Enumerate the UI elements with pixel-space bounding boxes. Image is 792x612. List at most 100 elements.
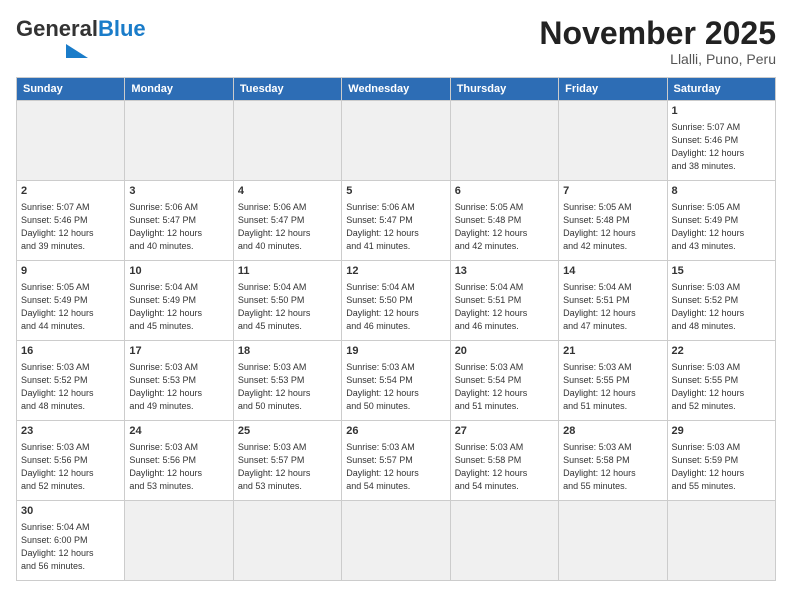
calendar-cell: 17Sunrise: 5:03 AM Sunset: 5:53 PM Dayli…	[125, 341, 233, 421]
calendar-cell: 21 Sunrise: 5:03 AM Sunset: 5:55 PM Dayli…	[559, 341, 667, 421]
calendar-cell: 8Sunrise: 5:05 AM Sunset: 5:49 PM Daylig…	[667, 181, 775, 261]
weekday-header-saturday: Saturday	[667, 78, 775, 101]
day-info: Sunrise: 5:03 AM Sunset: 5:58 PM Dayligh…	[455, 441, 554, 493]
logo: General Blue	[16, 16, 146, 58]
day-info: Sunrise: 5:04 AM Sunset: 6:00 PM Dayligh…	[21, 521, 120, 573]
day-info: Sunrise: 5:03 AM Sunset: 5:56 PM Dayligh…	[21, 441, 120, 493]
calendar-cell	[342, 501, 450, 581]
day-number: 30	[21, 504, 120, 519]
calendar-table: SundayMondayTuesdayWednesdayThursdayFrid…	[16, 77, 776, 581]
calendar-cell: 25 Sunrise: 5:03 AM Sunset: 5:57 PM Dayli…	[233, 421, 341, 501]
day-number: 15	[672, 264, 771, 279]
day-number: 6	[455, 184, 554, 199]
day-number: 27	[455, 424, 554, 439]
calendar-week-row: 1 Sunrise: 5:07 AM Sunset: 5:46 PM Daylig…	[17, 101, 776, 181]
calendar-cell	[667, 501, 775, 581]
calendar-cell: 1 Sunrise: 5:07 AM Sunset: 5:46 PM Daylig…	[667, 101, 775, 181]
calendar-cell	[342, 101, 450, 181]
day-number: 16	[21, 344, 120, 359]
calendar-cell	[233, 101, 341, 181]
day-number: 20	[455, 344, 554, 359]
calendar-cell: 16 Sunrise: 5:03 AM Sunset: 5:52 PM Dayli…	[17, 341, 125, 421]
calendar-cell: 30 Sunrise: 5:04 AM Sunset: 6:00 PM Dayli…	[17, 501, 125, 581]
calendar-cell	[233, 501, 341, 581]
logo-blue: Blue	[98, 16, 146, 42]
day-info: Sunrise: 5:03 AM Sunset: 5:54 PM Dayligh…	[346, 361, 445, 413]
calendar-week-row: 2 Sunrise: 5:07 AM Sunset: 5:46 PM Daylig…	[17, 181, 776, 261]
logo-icon	[18, 44, 88, 58]
day-number: 13	[455, 264, 554, 279]
month-title: November 2025	[539, 16, 776, 51]
day-number: 3	[129, 184, 228, 199]
calendar-cell: 12Sunrise: 5:04 AM Sunset: 5:50 PM Dayli…	[342, 261, 450, 341]
logo-general: General	[16, 16, 98, 42]
calendar-cell: 6Sunrise: 5:05 AM Sunset: 5:48 PM Daylig…	[450, 181, 558, 261]
calendar-cell: 9 Sunrise: 5:05 AM Sunset: 5:49 PM Daylig…	[17, 261, 125, 341]
day-info: Sunrise: 5:03 AM Sunset: 5:57 PM Dayligh…	[238, 441, 337, 493]
calendar-cell	[125, 101, 233, 181]
day-info: Sunrise: 5:04 AM Sunset: 5:50 PM Dayligh…	[238, 281, 337, 333]
day-info: Sunrise: 5:06 AM Sunset: 5:47 PM Dayligh…	[238, 201, 337, 253]
day-info: Sunrise: 5:05 AM Sunset: 5:49 PM Dayligh…	[21, 281, 120, 333]
weekday-header-wednesday: Wednesday	[342, 78, 450, 101]
day-number: 25	[238, 424, 337, 439]
day-info: Sunrise: 5:07 AM Sunset: 5:46 PM Dayligh…	[672, 121, 771, 173]
weekday-header-friday: Friday	[559, 78, 667, 101]
calendar-cell	[125, 501, 233, 581]
title-block: November 2025 Llalli, Puno, Peru	[539, 16, 776, 67]
calendar-cell: 4 Sunrise: 5:06 AM Sunset: 5:47 PM Daylig…	[233, 181, 341, 261]
page-header: General Blue November 2025 Llalli, Puno,…	[16, 16, 776, 67]
day-number: 1	[672, 104, 771, 119]
calendar-cell: 24 Sunrise: 5:03 AM Sunset: 5:56 PM Dayli…	[125, 421, 233, 501]
day-info: Sunrise: 5:04 AM Sunset: 5:51 PM Dayligh…	[455, 281, 554, 333]
day-number: 26	[346, 424, 445, 439]
calendar-week-row: 23Sunrise: 5:03 AM Sunset: 5:56 PM Dayli…	[17, 421, 776, 501]
day-info: Sunrise: 5:03 AM Sunset: 5:52 PM Dayligh…	[21, 361, 120, 413]
day-number: 5	[346, 184, 445, 199]
day-number: 11	[238, 264, 337, 279]
calendar-cell: 28 Sunrise: 5:03 AM Sunset: 5:58 PM Dayli…	[559, 421, 667, 501]
day-number: 24	[129, 424, 228, 439]
day-info: Sunrise: 5:03 AM Sunset: 5:58 PM Dayligh…	[563, 441, 662, 493]
calendar-cell: 13 Sunrise: 5:04 AM Sunset: 5:51 PM Dayli…	[450, 261, 558, 341]
calendar-cell	[450, 101, 558, 181]
calendar-cell: 27 Sunrise: 5:03 AM Sunset: 5:58 PM Dayli…	[450, 421, 558, 501]
calendar-cell	[559, 501, 667, 581]
day-info: Sunrise: 5:06 AM Sunset: 5:47 PM Dayligh…	[129, 201, 228, 253]
day-info: Sunrise: 5:03 AM Sunset: 5:55 PM Dayligh…	[672, 361, 771, 413]
calendar-cell: 2 Sunrise: 5:07 AM Sunset: 5:46 PM Daylig…	[17, 181, 125, 261]
calendar-cell: 7 Sunrise: 5:05 AM Sunset: 5:48 PM Daylig…	[559, 181, 667, 261]
day-number: 8	[672, 184, 771, 199]
calendar-week-row: 30 Sunrise: 5:04 AM Sunset: 6:00 PM Dayli…	[17, 501, 776, 581]
weekday-header-row: SundayMondayTuesdayWednesdayThursdayFrid…	[17, 78, 776, 101]
day-info: Sunrise: 5:03 AM Sunset: 5:53 PM Dayligh…	[129, 361, 228, 413]
calendar-week-row: 16 Sunrise: 5:03 AM Sunset: 5:52 PM Dayli…	[17, 341, 776, 421]
calendar-cell: 5Sunrise: 5:06 AM Sunset: 5:47 PM Daylig…	[342, 181, 450, 261]
calendar-cell: 23Sunrise: 5:03 AM Sunset: 5:56 PM Dayli…	[17, 421, 125, 501]
day-info: Sunrise: 5:05 AM Sunset: 5:48 PM Dayligh…	[563, 201, 662, 253]
day-info: Sunrise: 5:07 AM Sunset: 5:46 PM Dayligh…	[21, 201, 120, 253]
day-info: Sunrise: 5:03 AM Sunset: 5:59 PM Dayligh…	[672, 441, 771, 493]
day-number: 12	[346, 264, 445, 279]
location-subtitle: Llalli, Puno, Peru	[539, 51, 776, 67]
day-info: Sunrise: 5:03 AM Sunset: 5:54 PM Dayligh…	[455, 361, 554, 413]
day-number: 21	[563, 344, 662, 359]
calendar-cell: 15Sunrise: 5:03 AM Sunset: 5:52 PM Dayli…	[667, 261, 775, 341]
calendar-cell: 29Sunrise: 5:03 AM Sunset: 5:59 PM Dayli…	[667, 421, 775, 501]
day-number: 4	[238, 184, 337, 199]
day-number: 10	[129, 264, 228, 279]
calendar-cell: 10Sunrise: 5:04 AM Sunset: 5:49 PM Dayli…	[125, 261, 233, 341]
day-number: 7	[563, 184, 662, 199]
calendar-week-row: 9 Sunrise: 5:05 AM Sunset: 5:49 PM Daylig…	[17, 261, 776, 341]
day-info: Sunrise: 5:04 AM Sunset: 5:51 PM Dayligh…	[563, 281, 662, 333]
calendar-cell	[559, 101, 667, 181]
day-info: Sunrise: 5:03 AM Sunset: 5:55 PM Dayligh…	[563, 361, 662, 413]
day-number: 19	[346, 344, 445, 359]
day-number: 9	[21, 264, 120, 279]
day-number: 28	[563, 424, 662, 439]
calendar-cell	[17, 101, 125, 181]
day-number: 2	[21, 184, 120, 199]
day-info: Sunrise: 5:03 AM Sunset: 5:56 PM Dayligh…	[129, 441, 228, 493]
day-info: Sunrise: 5:03 AM Sunset: 5:53 PM Dayligh…	[238, 361, 337, 413]
calendar-cell: 19 Sunrise: 5:03 AM Sunset: 5:54 PM Dayli…	[342, 341, 450, 421]
